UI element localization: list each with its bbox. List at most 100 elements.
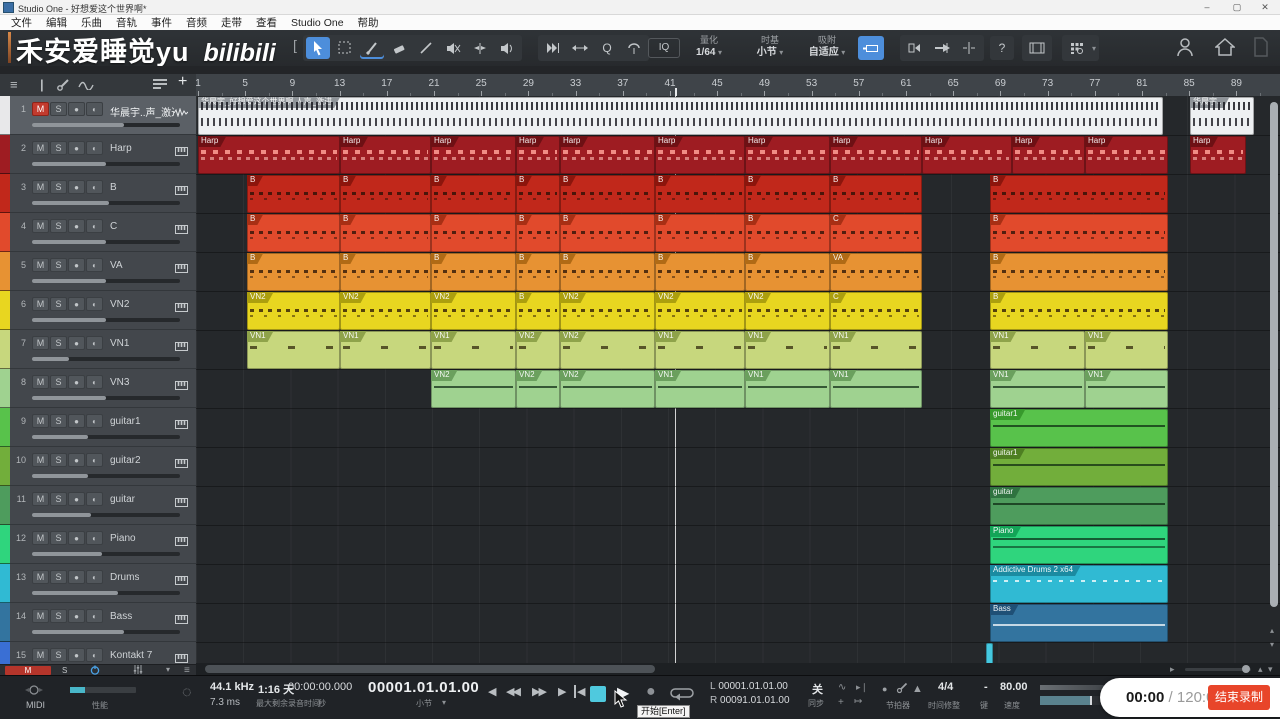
monitor-button[interactable]: ◐ — [86, 531, 103, 545]
record-arm-button[interactable]: ● — [68, 609, 85, 623]
clip[interactable]: B — [247, 253, 340, 291]
volume-slider[interactable] — [32, 318, 180, 322]
clip[interactable]: B — [516, 214, 560, 252]
clip[interactable]: B — [431, 253, 516, 291]
track-list-icon[interactable] — [152, 78, 168, 93]
mute-button[interactable]: M — [32, 531, 49, 545]
snap-toggle-button[interactable] — [858, 36, 884, 60]
scroll-up-icon[interactable]: ▴ — [1270, 626, 1274, 635]
inspector-icon[interactable]: | — [40, 78, 44, 92]
clip[interactable]: Harp — [198, 136, 340, 174]
tempo-value[interactable]: 80.00 — [1000, 681, 1028, 693]
clip[interactable]: VN1 — [655, 370, 745, 408]
clip[interactable]: VN2 — [560, 370, 655, 408]
track-row[interactable]: 4 M S ● ◐ C — [10, 213, 196, 252]
prev-bar-button[interactable]: ◀ — [488, 685, 497, 698]
macro-grid-icon[interactable] — [1065, 37, 1089, 59]
stop-recording-button[interactable]: 结束录制 — [1208, 685, 1270, 710]
clip[interactable]: Bass — [990, 604, 1168, 642]
track-row[interactable]: 14 M S ● ◐ Bass — [10, 603, 196, 642]
clip[interactable]: VN2 — [516, 331, 560, 369]
solo-button[interactable]: S — [50, 375, 67, 389]
clip[interactable]: 华晨宇.. — [1190, 97, 1254, 135]
add-track-button[interactable]: + — [178, 74, 187, 90]
vscroll-thumb[interactable] — [1270, 102, 1278, 607]
zoom-out-icon[interactable]: ▾ — [1268, 663, 1273, 675]
monitor-button[interactable]: ◐ — [86, 648, 103, 662]
clip[interactable]: B — [745, 175, 830, 213]
mute-button[interactable]: M — [32, 336, 49, 350]
clip[interactable]: VN2 — [560, 331, 655, 369]
solo-button[interactable]: S — [50, 336, 67, 350]
clip[interactable]: B — [990, 253, 1168, 291]
mute-tool-icon[interactable] — [441, 37, 465, 59]
menu-item[interactable]: 编辑 — [39, 15, 74, 30]
solo-button[interactable]: S — [50, 648, 67, 662]
clip[interactable]: B — [560, 253, 655, 291]
menu-item[interactable]: 走带 — [214, 15, 249, 30]
record-arm-button[interactable]: ● — [68, 414, 85, 428]
clip[interactable]: VN1 — [340, 331, 431, 369]
track-row[interactable]: 8 M S ● ◐ VN3 — [10, 369, 196, 408]
track-row[interactable]: 9 M S ● ◐ guitar1 — [10, 408, 196, 447]
menu-item[interactable]: 查看 — [249, 15, 284, 30]
clip[interactable]: VA — [830, 253, 922, 291]
timebase-dropdown[interactable]: 时基 小节 ▾ — [742, 34, 798, 62]
fast-forward-button[interactable]: ▶▶ — [532, 685, 547, 698]
close-button[interactable]: ✕ — [1254, 1, 1276, 13]
clip[interactable]: VN1 — [745, 370, 830, 408]
mute-button[interactable]: M — [32, 102, 49, 116]
arrangement-area[interactable]: 华晨宇_好想爱这个世界啊 人声_激进华晨宇..HarpHarpHarpHarpH… — [196, 96, 1280, 663]
return-to-start-icon[interactable] — [903, 37, 927, 59]
position-unit[interactable]: 小节 — [416, 698, 432, 709]
monitor-button[interactable]: ◐ — [86, 102, 103, 116]
zoom-slider-handle[interactable] — [1242, 665, 1250, 673]
clip[interactable]: B — [560, 175, 655, 213]
track-row[interactable]: 7 M S ● ◐ VN1 — [10, 330, 196, 369]
volume-slider[interactable] — [32, 279, 180, 283]
clip[interactable]: VN1 — [830, 331, 922, 369]
performance-meter[interactable] — [70, 687, 136, 693]
solo-button[interactable]: S — [50, 492, 67, 506]
record-arm-button[interactable]: ● — [68, 102, 85, 116]
global-mute-button[interactable]: M — [5, 666, 51, 675]
clip[interactable]: VN2 — [655, 292, 745, 330]
clip[interactable]: VN2 — [431, 370, 516, 408]
follow-arrow-icon[interactable] — [930, 37, 954, 59]
track-row[interactable]: 15 M S ● ◐ Kontakt 7 — [10, 642, 196, 664]
record-arm-button[interactable]: ● — [68, 453, 85, 467]
track-row[interactable]: 12 M S ● ◐ Piano — [10, 525, 196, 564]
monitor-button[interactable]: ◐ — [86, 141, 103, 155]
volume-slider[interactable] — [32, 201, 180, 205]
clip[interactable]: B — [340, 253, 431, 291]
track-row[interactable]: 6 M S ● ◐ VN2 — [10, 291, 196, 330]
record-arm-button[interactable]: ● — [68, 570, 85, 584]
mute-button[interactable]: M — [32, 375, 49, 389]
record-arm-button[interactable]: ● — [68, 180, 85, 194]
mute-button[interactable]: M — [32, 180, 49, 194]
clip[interactable] — [986, 643, 993, 663]
volume-slider[interactable] — [32, 591, 180, 595]
clip[interactable]: B — [516, 175, 560, 213]
autoscroll-icon[interactable] — [541, 37, 565, 59]
bend-tool-icon[interactable] — [468, 37, 492, 59]
clip[interactable]: VN2 — [431, 292, 516, 330]
solo-button[interactable]: S — [50, 141, 67, 155]
track-row[interactable]: 3 M S ● ◐ B — [10, 174, 196, 213]
record-arm-button[interactable]: ● — [68, 375, 85, 389]
loop-icon[interactable] — [670, 685, 694, 704]
monitor-button[interactable]: ◐ — [86, 336, 103, 350]
horizontal-scrollbar[interactable]: ▸ ▴ ▾ — [196, 663, 1280, 675]
clip[interactable]: guitar1 — [990, 409, 1168, 447]
track-menu-icon[interactable]: ≡ — [10, 78, 18, 92]
clip[interactable]: VN2 — [340, 292, 431, 330]
monitor-button[interactable]: ◐ — [86, 180, 103, 194]
record-arm-button[interactable]: ● — [68, 141, 85, 155]
monitor-button[interactable]: ◐ — [86, 609, 103, 623]
marker-icon[interactable]: ▸❘ — [856, 682, 868, 693]
volume-slider[interactable] — [32, 513, 180, 517]
quantize-q-icon[interactable]: Q — [595, 37, 619, 59]
track-row[interactable]: 10 M S ● ◐ guitar2 — [10, 447, 196, 486]
clip[interactable]: C — [830, 214, 922, 252]
mute-button[interactable]: M — [32, 297, 49, 311]
